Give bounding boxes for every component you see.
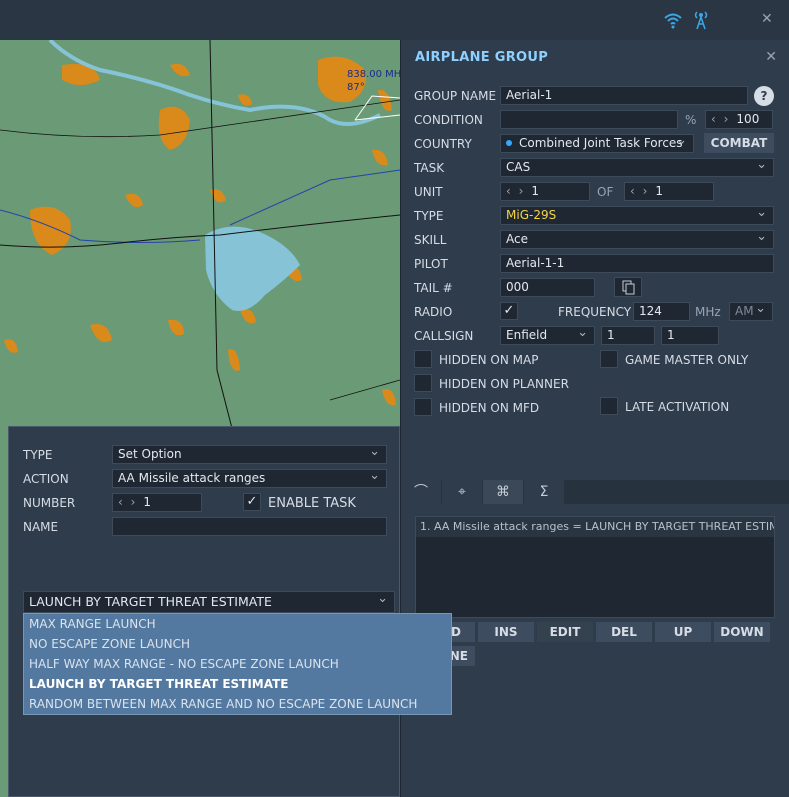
dropdown-option[interactable]: MAX RANGE LAUNCH <box>29 614 156 634</box>
number-value: 1 <box>143 495 152 509</box>
top-bar: ✕ <box>0 0 789 40</box>
callsign-select[interactable]: Enfield <box>500 326 595 345</box>
callsign-number-2[interactable]: 1 <box>661 326 719 345</box>
tab-target-icon[interactable]: ⌖ <box>442 480 482 504</box>
spin-arrows-icon[interactable]: ‹ › <box>630 184 649 198</box>
tab-summary-icon[interactable]: Σ <box>524 480 564 504</box>
task-option-panel: TYPE Set Option ACTION AA Missile attack… <box>8 426 400 797</box>
country-label: COUNTRY <box>414 137 472 151</box>
airplane-group-panel: AIRPLANE GROUP ✕ GROUP NAME Aerial-1 ? C… <box>400 40 789 480</box>
unit-total-value: 1 <box>655 184 664 198</box>
unit-value: 1 <box>531 184 540 198</box>
spin-arrows-icon[interactable]: ‹ › <box>506 184 525 198</box>
country-select[interactable]: Combined Joint Task Forces <box>500 134 694 153</box>
unit-total-stepper[interactable]: ‹ › 1 <box>624 182 714 201</box>
late-activation-label: LATE ACTIVATION <box>625 400 730 414</box>
percent-sign: % <box>685 113 697 127</box>
tab-command-icon[interactable]: ⌘ <box>483 480 523 504</box>
close-icon[interactable]: ✕ <box>765 49 777 65</box>
down-button[interactable]: DOWN <box>714 622 770 642</box>
action-select[interactable]: AA Missile attack ranges <box>112 469 387 488</box>
radio-checkbox[interactable]: ✓ <box>500 302 518 320</box>
map-label-frequency: 838.00 MH <box>347 69 400 80</box>
spin-arrows-icon[interactable]: ‹ › <box>711 112 730 126</box>
game-master-only-checkbox[interactable] <box>600 350 618 368</box>
frequency-label: FREQUENCY <box>558 305 632 319</box>
tail-label: TAIL # <box>414 281 453 295</box>
dropdown-option[interactable]: HALF WAY MAX RANGE - NO ESCAPE ZONE LAUN… <box>29 654 339 674</box>
enable-task-label: ENABLE TASK <box>268 496 356 511</box>
name-label: NAME <box>23 520 59 534</box>
group-name-label: GROUP NAME <box>414 89 497 103</box>
mhz-label: MHz <box>695 305 721 319</box>
aircraft-type-select[interactable]: MiG-29S <box>500 206 774 225</box>
task-label: TASK <box>414 161 445 175</box>
country-value: Combined Joint Task Forces <box>519 136 683 150</box>
hidden-on-planner-label: HIDDEN ON PLANNER <box>439 377 569 391</box>
hidden-on-mfd-label: HIDDEN ON MFD <box>439 401 540 415</box>
enable-task-checkbox[interactable]: ✓ <box>243 493 261 511</box>
hidden-on-map-checkbox[interactable] <box>414 350 432 368</box>
dropdown-option[interactable]: NO ESCAPE ZONE LAUNCH <box>29 634 190 654</box>
task-row[interactable]: 1. AA Missile attack ranges = LAUNCH BY … <box>416 517 774 537</box>
spin-arrows-icon[interactable]: ‹ › <box>118 495 137 509</box>
insert-button[interactable]: INS <box>478 622 534 642</box>
launch-mode-select[interactable]: LAUNCH BY TARGET THREAT ESTIMATE <box>23 591 395 613</box>
panel-tabs: ⌒ ⌖ ⌘ Σ <box>400 480 789 504</box>
unit-stepper[interactable]: ‹ › 1 <box>500 182 590 201</box>
antenna-icon[interactable] <box>691 10 711 30</box>
wifi-icon[interactable] <box>663 10 683 30</box>
skill-label: SKILL <box>414 233 447 247</box>
hidden-on-map-label: HIDDEN ON MAP <box>439 353 539 367</box>
callsign-number-1[interactable]: 1 <box>601 326 655 345</box>
help-icon[interactable]: ? <box>754 86 774 106</box>
condition-percent-stepper[interactable]: ‹ › 100 <box>705 110 773 129</box>
number-label: NUMBER <box>23 496 76 510</box>
map-label-altitude: 87° <box>347 82 365 93</box>
radio-label: RADIO <box>414 305 453 319</box>
option-type-label: TYPE <box>23 448 53 462</box>
condition-label: CONDITION <box>414 113 483 127</box>
game-master-only-label: GAME MASTER ONLY <box>625 353 749 367</box>
pilot-input[interactable]: Aerial-1-1 <box>500 254 774 273</box>
pilot-label: PILOT <box>414 257 448 271</box>
group-name-input[interactable]: Aerial-1 <box>500 86 748 105</box>
callsign-label: CALLSIGN <box>414 329 474 343</box>
skill-select[interactable]: Ace <box>500 230 774 249</box>
frequency-input[interactable]: 124 <box>633 302 690 321</box>
task-select[interactable]: CAS <box>500 158 774 177</box>
option-type-select[interactable]: Set Option <box>112 445 387 464</box>
panel-title: AIRPLANE GROUP <box>415 50 549 65</box>
tab-route-icon[interactable]: ⌒ <box>401 480 441 504</box>
condition-percent-value: 100 <box>736 112 760 126</box>
number-stepper[interactable]: ‹ › 1 <box>112 493 202 512</box>
late-activation-checkbox[interactable] <box>600 397 618 415</box>
task-list[interactable]: 1. AA Missile attack ranges = LAUNCH BY … <box>415 516 775 618</box>
country-dot-icon <box>506 140 512 146</box>
delete-button[interactable]: DEL <box>596 622 652 642</box>
combat-button[interactable]: COMBAT <box>704 133 774 153</box>
type-label: TYPE <box>414 209 444 223</box>
tail-number-input[interactable]: 000 <box>500 278 595 297</box>
launch-mode-dropdown: MAX RANGE LAUNCH NO ESCAPE ZONE LAUNCH H… <box>23 613 452 715</box>
edit-button[interactable]: EDIT <box>537 622 593 642</box>
dropdown-option[interactable]: RANDOM BETWEEN MAX RANGE AND NO ESCAPE Z… <box>29 694 417 714</box>
copy-icon[interactable] <box>614 277 642 297</box>
modulation-select[interactable]: AM <box>729 302 773 321</box>
unit-label: UNIT <box>414 185 443 199</box>
of-label: OF <box>597 185 614 199</box>
name-input[interactable] <box>112 517 387 536</box>
dropdown-option-selected[interactable]: LAUNCH BY TARGET THREAT ESTIMATE <box>29 674 288 694</box>
condition-input[interactable] <box>500 110 678 129</box>
task-list-panel: 1. AA Missile attack ranges = LAUNCH BY … <box>400 504 789 797</box>
up-button[interactable]: UP <box>655 622 711 642</box>
action-label: ACTION <box>23 472 69 486</box>
close-icon[interactable]: ✕ <box>761 11 773 27</box>
hidden-on-mfd-checkbox[interactable] <box>414 398 432 416</box>
hidden-on-planner-checkbox[interactable] <box>414 374 432 392</box>
